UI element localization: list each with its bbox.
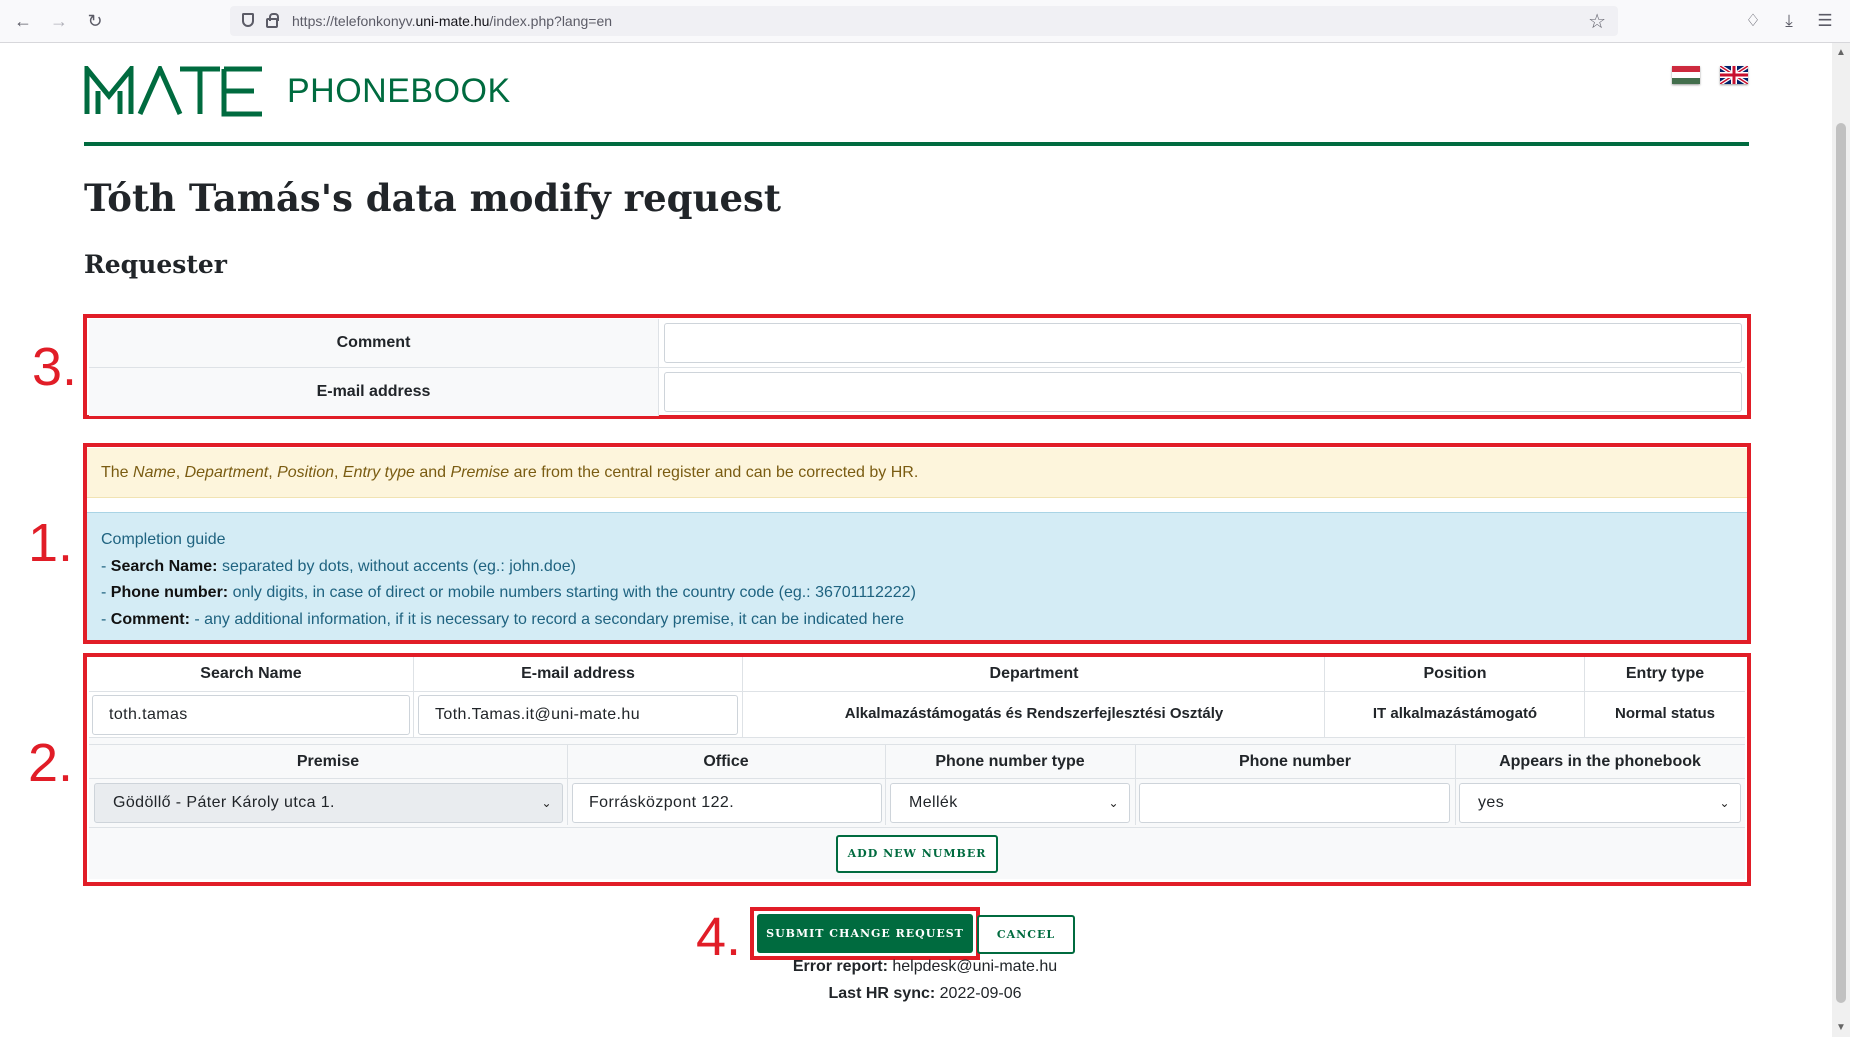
chevron-down-icon: ⌄ xyxy=(1108,796,1119,810)
search-name-input[interactable]: toth.tamas xyxy=(92,695,410,735)
annotation-number: 2. xyxy=(28,733,74,793)
appears-in-phonebook-select[interactable]: yes ⌄ xyxy=(1459,783,1741,823)
page-title: Tóth Tamás's data modify request xyxy=(84,176,781,220)
email-input[interactable] xyxy=(664,372,1742,412)
bookmark-star-icon[interactable]: ☆ xyxy=(1588,9,1606,34)
column-header: Phone number xyxy=(1238,753,1351,770)
shield-icon[interactable] xyxy=(242,13,254,27)
column-header: Appears in the phonebook xyxy=(1499,753,1701,770)
column-header: Premise xyxy=(296,753,360,770)
scroll-up-arrow-icon[interactable]: ▲ xyxy=(1836,47,1846,58)
entry-type-value: Normal status xyxy=(1614,705,1716,722)
lock-icon[interactable] xyxy=(266,13,279,28)
guide-item: - Comment: - any additional information,… xyxy=(101,610,905,628)
scroll-down-arrow-icon[interactable]: ▼ xyxy=(1836,1022,1846,1033)
position-value: IT alkalmazástámogató xyxy=(1372,705,1538,722)
person-data-table: Search Name E-mail address Department Po… xyxy=(89,657,1745,879)
requester-form: Comment E-mail address xyxy=(89,319,1745,416)
comment-row: Comment xyxy=(89,319,1745,368)
download-icon[interactable]: ⤓ xyxy=(1778,10,1800,32)
browser-toolbar: ← → ↻ https://telefonkonyv.uni-mate.hu/i… xyxy=(0,0,1850,43)
section-title: Requester xyxy=(84,250,227,279)
forward-arrow-icon[interactable]: → xyxy=(48,10,70,32)
comment-input[interactable] xyxy=(664,323,1742,363)
header-divider xyxy=(84,142,1749,146)
annotation-number: 3. xyxy=(32,337,78,397)
guide-title: Completion guide xyxy=(101,531,226,548)
central-register-notice: The Name, Department, Position, Entry ty… xyxy=(87,448,1747,498)
address-bar[interactable]: https://telefonkonyv.uni-mate.hu/index.p… xyxy=(230,6,1618,36)
error-report-line: Error report: helpdesk@uni-mate.hu xyxy=(792,958,1058,975)
scrollbar-thumb[interactable] xyxy=(1836,123,1846,1003)
page-scrollbar[interactable]: ▲ ▼ xyxy=(1832,43,1850,1037)
brand-title: PHONEBOOK xyxy=(287,72,511,110)
column-header: Search Name xyxy=(200,665,302,682)
url-text[interactable]: https://telefonkonyv.uni-mate.hu/index.p… xyxy=(292,13,612,29)
hr-sync-line: Last HR sync: 2022-09-06 xyxy=(828,985,1022,1002)
email-address-input[interactable]: Toth.Tamas.it@uni-mate.hu xyxy=(418,695,738,735)
annotation-number: 1. xyxy=(28,513,74,573)
cancel-button[interactable]: CANCEL xyxy=(977,915,1075,954)
column-header: Entry type xyxy=(1625,665,1705,682)
column-header: E-mail address xyxy=(521,665,635,682)
email-label: E-mail address xyxy=(89,368,659,416)
submit-change-request-button[interactable]: SUBMIT CHANGE REQUEST xyxy=(757,914,973,953)
phone-type-select[interactable]: Mellék ⌄ xyxy=(890,783,1130,823)
column-header: Department xyxy=(989,665,1079,682)
back-arrow-icon[interactable]: ← xyxy=(12,10,34,32)
office-input[interactable]: Forrásközpont 122. xyxy=(572,783,882,823)
hungarian-flag-icon[interactable] xyxy=(1672,66,1700,84)
column-header: Office xyxy=(703,753,749,770)
add-new-number-button[interactable]: ADD NEW NUMBER xyxy=(836,835,998,873)
pocket-icon[interactable]: ♢ xyxy=(1742,10,1764,32)
uk-flag-icon[interactable] xyxy=(1720,66,1748,84)
column-header: Position xyxy=(1423,665,1487,682)
premise-select[interactable]: Gödöllő - Páter Károly utca 1. ⌄ xyxy=(94,783,563,823)
department-value: Alkalmazástámogatás és Rendszerfejleszté… xyxy=(844,705,1224,722)
email-row: E-mail address xyxy=(89,368,1745,416)
menu-icon[interactable]: ☰ xyxy=(1814,10,1836,32)
guide-item: - Search Name: separated by dots, withou… xyxy=(101,557,576,575)
reload-icon[interactable]: ↻ xyxy=(84,10,106,32)
chevron-down-icon: ⌄ xyxy=(1719,796,1730,810)
helpdesk-email-link[interactable]: helpdesk@uni-mate.hu xyxy=(888,958,1057,975)
comment-label: Comment xyxy=(89,319,659,367)
mate-logo-icon[interactable] xyxy=(84,66,265,117)
completion-guide: Completion guide - Search Name: separate… xyxy=(87,512,1747,640)
phone-number-input[interactable] xyxy=(1139,783,1450,823)
column-header: Phone number type xyxy=(935,753,1085,770)
guide-item: - Phone number: only digits, in case of … xyxy=(101,584,916,601)
chevron-down-icon: ⌄ xyxy=(541,796,552,810)
